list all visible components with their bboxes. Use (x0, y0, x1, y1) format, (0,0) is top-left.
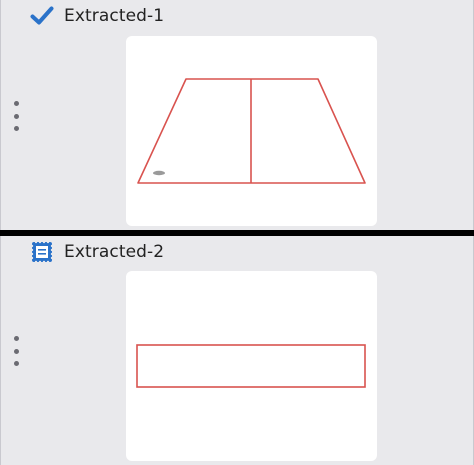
extracted-item-1: Extracted-1 (0, 0, 474, 230)
extracted-item-2: Extracted-2 (0, 236, 474, 465)
trapezoid-shape (137, 78, 366, 184)
extracted-preview-card[interactable] (126, 36, 377, 226)
panel-border-left (0, 236, 1, 465)
panel-border-left (0, 0, 1, 230)
item-title: Extracted-2 (64, 242, 165, 262)
kebab-menu-icon[interactable] (8, 101, 24, 131)
checkmark-icon (30, 4, 54, 28)
extracted-preview-card[interactable] (126, 271, 377, 461)
item-header: Extracted-2 (30, 238, 164, 266)
item-title: Extracted-1 (64, 6, 165, 26)
item-header: Extracted-1 (30, 2, 164, 30)
marker-dot (153, 170, 165, 176)
document-stamp-icon (30, 240, 54, 264)
kebab-menu-icon[interactable] (8, 336, 24, 366)
rectangle-shape (136, 344, 366, 388)
